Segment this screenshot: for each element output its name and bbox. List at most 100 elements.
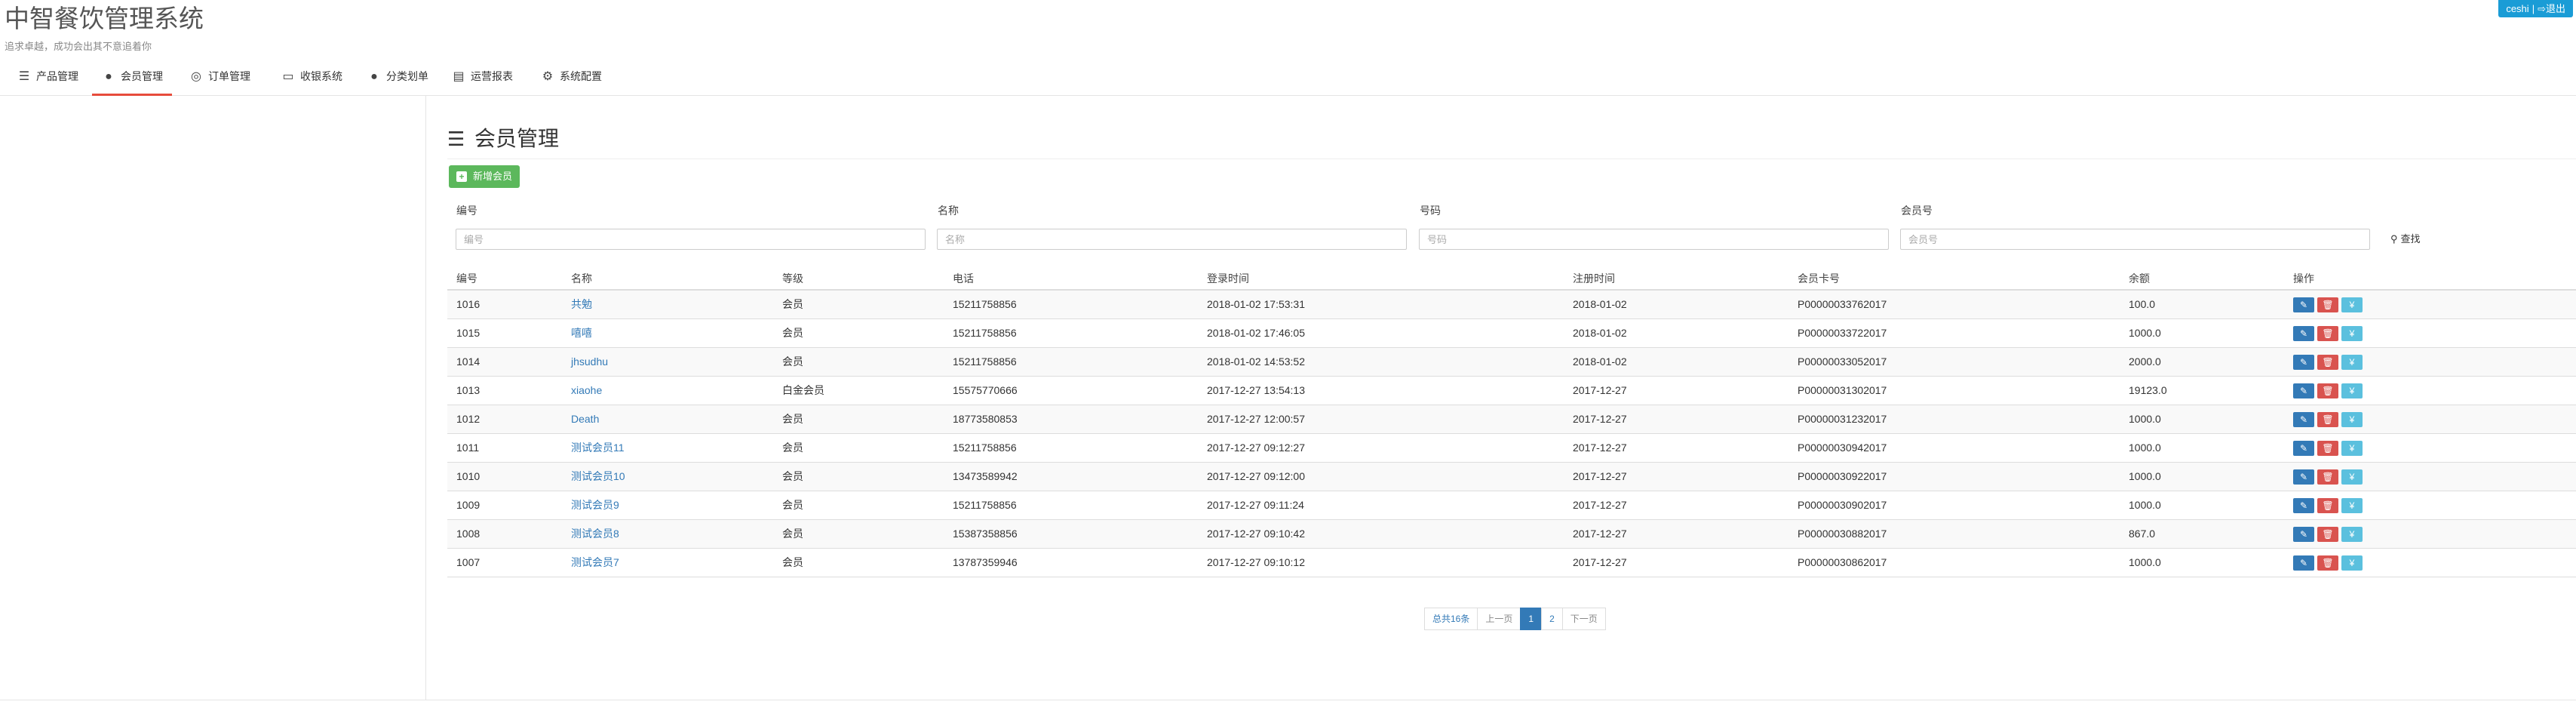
delete-button[interactable]: 🗑 bbox=[2317, 297, 2338, 312]
cell-registered: 2018-01-02 bbox=[1573, 355, 1627, 368]
cell-level: 会员 bbox=[782, 413, 803, 425]
search-card-input[interactable] bbox=[1900, 229, 2370, 250]
recharge-button[interactable]: ¥ bbox=[2341, 326, 2363, 341]
nav-item-cashier[interactable]: ▭ 收银系统 bbox=[281, 59, 342, 94]
row-actions: ✎ 🗑 ¥ bbox=[2293, 412, 2366, 427]
table-row: 1007 测试会员7 会员 13787359946 2017-12-27 09:10:1… bbox=[447, 549, 2576, 577]
delete-button[interactable]: 🗑 bbox=[2317, 527, 2338, 542]
nav-item-products[interactable]: ☰ 产品管理 bbox=[17, 59, 78, 94]
nav-item-label: 系统配置 bbox=[560, 70, 602, 82]
cell-registered: 2018-01-02 bbox=[1573, 327, 1627, 339]
delete-button[interactable]: 🗑 bbox=[2317, 441, 2338, 456]
cell-name[interactable]: Death bbox=[571, 405, 599, 433]
add-member-button[interactable]: + 新增会员 bbox=[449, 165, 520, 188]
cell-level: 会员 bbox=[782, 298, 803, 310]
recharge-button[interactable]: ¥ bbox=[2341, 527, 2363, 542]
cell-registered: 2017-12-27 bbox=[1573, 384, 1627, 396]
cell-balance: 1000.0 bbox=[2129, 413, 2161, 425]
cell-card-number: P00000031232017 bbox=[1798, 413, 1887, 425]
edit-button[interactable]: ✎ bbox=[2293, 383, 2314, 398]
chart-icon: ▤ bbox=[453, 70, 465, 83]
row-actions: ✎ 🗑 ¥ bbox=[2293, 297, 2366, 312]
pagination-page-2[interactable]: 2 bbox=[1541, 608, 1563, 630]
edit-button[interactable]: ✎ bbox=[2293, 555, 2314, 571]
cell-name[interactable]: 测试会员7 bbox=[571, 549, 619, 577]
cell-id: 1013 bbox=[456, 384, 481, 396]
delete-button[interactable]: 🗑 bbox=[2317, 326, 2338, 341]
cell-name[interactable]: 嘻嘻 bbox=[571, 319, 592, 347]
cell-card-number: P00000030942017 bbox=[1798, 442, 1887, 454]
table-row: 1011 测试会员11 会员 15211758856 2017-12-27 09:12:… bbox=[447, 434, 2576, 463]
edit-button[interactable]: ✎ bbox=[2293, 441, 2314, 456]
pagination-next[interactable]: 下一页 bbox=[1561, 608, 1606, 630]
recharge-button[interactable]: ¥ bbox=[2341, 412, 2363, 427]
row-actions: ✎ 🗑 ¥ bbox=[2293, 555, 2366, 571]
search-id-input[interactable] bbox=[456, 229, 926, 250]
yen-icon: ¥ bbox=[2349, 300, 2355, 310]
cell-balance: 1000.0 bbox=[2129, 442, 2161, 454]
cell-name[interactable]: jhsudhu bbox=[571, 348, 608, 376]
cell-phone: 15211758856 bbox=[953, 327, 1017, 339]
recharge-button[interactable]: ¥ bbox=[2341, 441, 2363, 456]
cell-balance: 1000.0 bbox=[2129, 470, 2161, 482]
trash-icon: 🗑 bbox=[2322, 472, 2334, 482]
edit-button[interactable]: ✎ bbox=[2293, 297, 2314, 312]
cell-name[interactable]: 测试会员9 bbox=[571, 491, 619, 519]
cell-login-time: 2017-12-27 09:12:00 bbox=[1207, 470, 1305, 482]
delete-button[interactable]: 🗑 bbox=[2317, 355, 2338, 370]
nav-item-reports[interactable]: ▤ 运营报表 bbox=[451, 59, 513, 94]
delete-button[interactable]: 🗑 bbox=[2317, 412, 2338, 427]
search-label-phone: 号码 bbox=[1420, 205, 1441, 217]
logout-link[interactable]: 退出 bbox=[2546, 3, 2565, 14]
recharge-button[interactable]: ¥ bbox=[2341, 355, 2363, 370]
gear-icon: ⚙ bbox=[542, 70, 554, 83]
pagination-page-1[interactable]: 1 bbox=[1520, 608, 1543, 630]
nav-item-settings[interactable]: ⚙ 系统配置 bbox=[540, 59, 602, 94]
cell-name[interactable]: 测试会员8 bbox=[571, 520, 619, 548]
pagination-prev[interactable]: 上一页 bbox=[1477, 608, 1521, 630]
coins-icon: ◎ bbox=[191, 70, 201, 83]
yen-icon: ¥ bbox=[2349, 443, 2355, 454]
table-row: 1008 测试会员8 会员 15387358856 2017-12-27 09:10:4… bbox=[447, 520, 2576, 549]
edit-button[interactable]: ✎ bbox=[2293, 527, 2314, 542]
edit-button[interactable]: ✎ bbox=[2293, 326, 2314, 341]
cell-name[interactable]: xiaohe bbox=[571, 377, 602, 405]
delete-button[interactable]: 🗑 bbox=[2317, 555, 2338, 571]
cell-balance: 100.0 bbox=[2129, 298, 2156, 310]
delete-button[interactable]: 🗑 bbox=[2317, 469, 2338, 485]
col-header-login: 登录时间 bbox=[1207, 272, 1249, 285]
search-button[interactable]: ⚲ 查找 bbox=[2383, 228, 2428, 251]
pencil-icon: ✎ bbox=[2299, 500, 2308, 511]
cell-name[interactable]: 测试会员11 bbox=[571, 434, 625, 462]
nav-item-orders[interactable]: ◎ 订单管理 bbox=[189, 59, 250, 94]
logout-icon[interactable]: ⇨ bbox=[2538, 3, 2546, 14]
edit-button[interactable]: ✎ bbox=[2293, 469, 2314, 485]
username[interactable]: ceshi bbox=[2506, 3, 2528, 14]
cell-name[interactable]: 测试会员10 bbox=[571, 463, 625, 491]
recharge-button[interactable]: ¥ bbox=[2341, 498, 2363, 513]
trash-icon: 🗑 bbox=[2322, 414, 2334, 425]
trash-icon: 🗑 bbox=[2322, 443, 2334, 454]
main-nav: ☰ 产品管理 ● 会员管理 ◎ 订单管理 ▭ 收银系统 ● 分类划单 ▤ 运营报表 ⚙ 系统配… bbox=[0, 59, 2576, 96]
pencil-icon: ✎ bbox=[2299, 357, 2308, 368]
recharge-button[interactable]: ¥ bbox=[2341, 555, 2363, 571]
edit-button[interactable]: ✎ bbox=[2293, 412, 2314, 427]
cell-name[interactable]: 共勉 bbox=[571, 291, 592, 318]
table-row: 1012 Death 会员 18773580853 2017-12-27 12:00:5… bbox=[447, 405, 2576, 434]
edit-button[interactable]: ✎ bbox=[2293, 355, 2314, 370]
cell-registered: 2017-12-27 bbox=[1573, 442, 1627, 454]
trash-icon: 🗑 bbox=[2322, 300, 2334, 310]
nav-item-category[interactable]: ● 分类划单 bbox=[367, 59, 428, 94]
delete-button[interactable]: 🗑 bbox=[2317, 383, 2338, 398]
pagination-total: 总共16条 bbox=[1424, 608, 1478, 630]
sidebar bbox=[0, 96, 426, 700]
recharge-button[interactable]: ¥ bbox=[2341, 297, 2363, 312]
search-phone-input[interactable] bbox=[1419, 229, 1889, 250]
recharge-button[interactable]: ¥ bbox=[2341, 469, 2363, 485]
search-name-input[interactable] bbox=[937, 229, 1407, 250]
delete-button[interactable]: 🗑 bbox=[2317, 498, 2338, 513]
recharge-button[interactable]: ¥ bbox=[2341, 383, 2363, 398]
nav-item-members[interactable]: ● 会员管理 bbox=[92, 59, 172, 96]
cell-registered: 2018-01-02 bbox=[1573, 298, 1627, 310]
edit-button[interactable]: ✎ bbox=[2293, 498, 2314, 513]
